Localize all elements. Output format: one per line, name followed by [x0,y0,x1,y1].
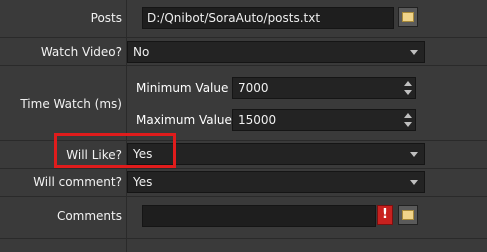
maximum-value-text: 15000 [238,113,277,127]
minimum-value-spinbox[interactable]: 7000 [232,77,416,99]
folder-icon [402,210,414,220]
maximum-value-label: Maximum Value [136,113,232,127]
posts-browse-button[interactable] [398,7,418,27]
posts-row: Posts D:/Qnibot/SoraAuto/posts.txt [0,0,487,38]
time-watch-row: Time Watch (ms) Minimum Value 7000 Maxim… [0,66,487,141]
comments-label: Comments [56,209,122,223]
folder-icon [402,12,414,22]
comments-row: Comments ! [0,197,487,239]
time-watch-label: Time Watch (ms) [20,97,122,111]
watch-video-row: Watch Video? No [0,38,487,66]
spin-down-icon[interactable] [404,122,412,127]
watch-video-value: No [133,45,150,59]
warning-icon: ! [377,205,393,225]
posts-label: Posts [90,11,122,25]
highlight-box [54,133,176,168]
posts-path-field[interactable]: D:/Qnibot/SoraAuto/posts.txt [142,7,394,29]
spin-up-icon[interactable] [404,81,412,86]
chevron-down-icon [410,50,418,55]
chevron-down-icon [410,180,418,185]
comments-browse-button[interactable] [398,205,418,225]
will-comment-select[interactable]: Yes [127,171,425,193]
will-comment-label: Will comment? [33,175,122,189]
chevron-down-icon [410,152,418,157]
maximum-value-spinbox[interactable]: 15000 [232,109,416,131]
watch-video-label: Watch Video? [40,45,122,59]
will-comment-row: Will comment? Yes [0,169,487,197]
minimum-value-label: Minimum Value [136,81,229,95]
comments-file-field[interactable] [142,205,376,227]
minimum-value-text: 7000 [238,81,269,95]
spin-down-icon[interactable] [404,90,412,95]
watch-video-select[interactable]: No [127,41,425,63]
will-comment-value: Yes [133,175,153,189]
spin-up-icon[interactable] [404,113,412,118]
